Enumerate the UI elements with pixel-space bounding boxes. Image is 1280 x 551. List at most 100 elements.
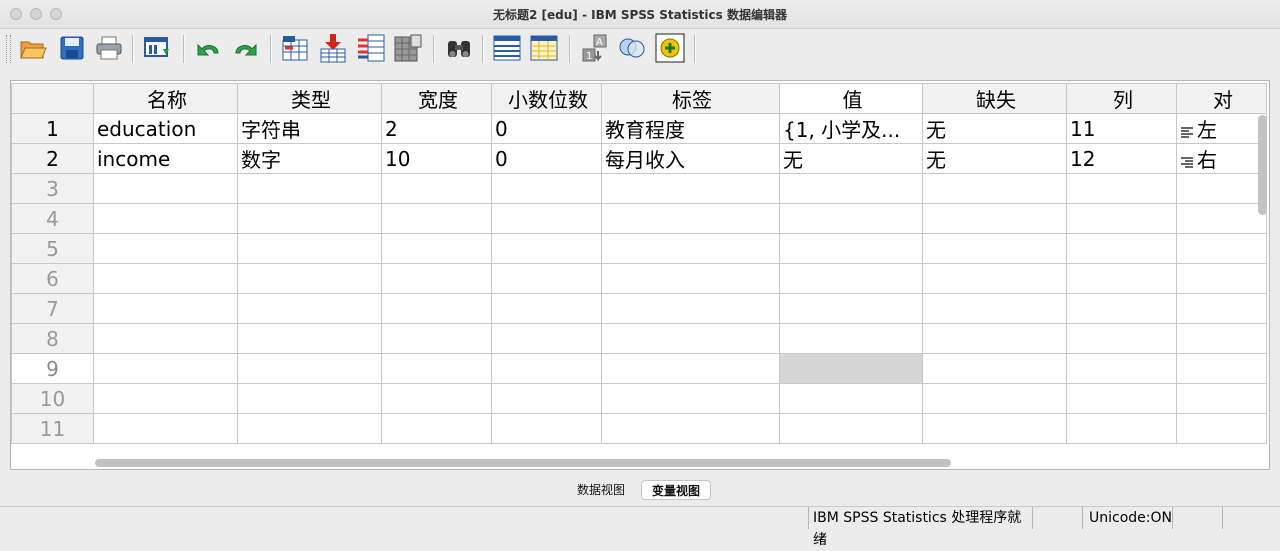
cell-width[interactable]: 10 — [381, 143, 492, 174]
cell-values[interactable] — [779, 263, 923, 294]
cell-decimals[interactable]: 0 — [491, 113, 602, 144]
cell-name[interactable] — [93, 353, 238, 384]
print-icon[interactable] — [94, 33, 124, 63]
cell-columns[interactable] — [1066, 413, 1177, 444]
column-header-type[interactable]: 类型 — [237, 83, 382, 114]
cell-name[interactable] — [93, 173, 238, 204]
row-header[interactable]: 10 — [11, 383, 94, 414]
cell-name[interactable] — [93, 233, 238, 264]
cell-label[interactable] — [601, 263, 780, 294]
cell-name[interactable] — [93, 203, 238, 234]
tab-variable-view[interactable]: 变量视图 — [641, 480, 712, 500]
cell-decimals[interactable] — [491, 383, 602, 414]
cell-align[interactable] — [1176, 383, 1267, 414]
table-row[interactable]: 6 — [11, 263, 1267, 294]
cell-align[interactable] — [1176, 173, 1267, 204]
cell-label[interactable]: 每月收入 — [601, 143, 780, 174]
cell-width[interactable] — [381, 263, 492, 294]
cell-align[interactable] — [1176, 293, 1267, 324]
row-header[interactable]: 1 — [11, 113, 94, 144]
cell-columns[interactable] — [1066, 383, 1177, 414]
cell-values[interactable]: {1, 小学及... — [779, 113, 923, 144]
cell-decimals[interactable] — [491, 203, 602, 234]
cell-label[interactable] — [601, 413, 780, 444]
cell-missing[interactable] — [922, 353, 1067, 384]
cell-decimals[interactable] — [491, 293, 602, 324]
cell-values[interactable] — [779, 383, 923, 414]
cell-type[interactable] — [237, 323, 382, 354]
cell-name[interactable]: education — [93, 113, 238, 144]
cell-align[interactable] — [1176, 203, 1267, 234]
cell-label[interactable] — [601, 323, 780, 354]
row-header[interactable]: 5 — [11, 233, 94, 264]
cell-values[interactable] — [779, 233, 923, 264]
table-row[interactable]: 11 — [11, 413, 1267, 444]
cell-decimals[interactable] — [491, 173, 602, 204]
table-row[interactable]: 9 — [11, 353, 1267, 384]
undo-icon[interactable] — [193, 33, 223, 63]
cell-align[interactable] — [1176, 263, 1267, 294]
table-row[interactable]: 10 — [11, 383, 1267, 414]
column-header-decimals[interactable]: 小数位数 — [491, 83, 602, 114]
table-row[interactable]: 7 — [11, 293, 1267, 324]
open-icon[interactable] — [18, 33, 48, 63]
cell-type[interactable] — [237, 203, 382, 234]
cell-missing[interactable]: 无 — [922, 143, 1067, 174]
find-icon[interactable] — [444, 33, 474, 63]
column-header-columns[interactable]: 列 — [1066, 83, 1177, 114]
cell-decimals[interactable] — [491, 233, 602, 264]
cell-align[interactable] — [1176, 323, 1267, 354]
cell-label[interactable] — [601, 173, 780, 204]
horizontal-scrollbar[interactable] — [95, 459, 951, 467]
insert-variable-icon[interactable] — [492, 33, 522, 63]
row-header[interactable]: 4 — [11, 203, 94, 234]
vertical-scrollbar[interactable] — [1258, 115, 1267, 215]
toolbar-grip[interactable] — [6, 35, 11, 63]
cell-missing[interactable] — [922, 173, 1067, 204]
column-header-name[interactable]: 名称 — [93, 83, 238, 114]
cell-type[interactable] — [237, 383, 382, 414]
row-header[interactable]: 3 — [11, 173, 94, 204]
cell-align[interactable] — [1176, 353, 1267, 384]
cell-columns[interactable] — [1066, 293, 1177, 324]
cell-align[interactable]: 左 — [1176, 113, 1267, 144]
cell-decimals[interactable]: 0 — [491, 143, 602, 174]
table-row[interactable]: 3 — [11, 173, 1267, 204]
cell-missing[interactable]: 无 — [922, 113, 1067, 144]
weight-cases-icon[interactable]: A1 — [580, 33, 610, 63]
row-header[interactable]: 6 — [11, 263, 94, 294]
cell-columns[interactable] — [1066, 233, 1177, 264]
cell-name[interactable] — [93, 263, 238, 294]
tab-data-view[interactable]: 数据视图 — [567, 480, 635, 500]
cell-columns[interactable] — [1066, 173, 1177, 204]
cell-width[interactable] — [381, 293, 492, 324]
cell-columns[interactable] — [1066, 203, 1177, 234]
cell-columns[interactable]: 11 — [1066, 113, 1177, 144]
column-header-values[interactable]: 值 — [779, 83, 923, 114]
cell-type[interactable] — [237, 173, 382, 204]
cell-width[interactable] — [381, 413, 492, 444]
cell-columns[interactable] — [1066, 263, 1177, 294]
cell-width[interactable] — [381, 233, 492, 264]
column-header-missing[interactable]: 缺失 — [922, 83, 1067, 114]
cell-columns[interactable]: 12 — [1066, 143, 1177, 174]
cell-width[interactable]: 2 — [381, 113, 492, 144]
cell-label[interactable] — [601, 203, 780, 234]
goto-case-icon[interactable] — [280, 33, 310, 63]
cell-type[interactable] — [237, 293, 382, 324]
cell-decimals[interactable] — [491, 323, 602, 354]
cell-name[interactable] — [93, 293, 238, 324]
cell-align[interactable] — [1176, 233, 1267, 264]
cell-values[interactable] — [779, 203, 923, 234]
column-header-width[interactable]: 宽度 — [381, 83, 492, 114]
row-header[interactable]: 8 — [11, 323, 94, 354]
cell-label[interactable] — [601, 293, 780, 324]
cell-columns[interactable] — [1066, 353, 1177, 384]
cell-values[interactable] — [779, 323, 923, 354]
table-row[interactable]: 8 — [11, 323, 1267, 354]
save-icon[interactable] — [57, 33, 87, 63]
cell-type[interactable] — [237, 233, 382, 264]
cell-width[interactable] — [381, 383, 492, 414]
cell-missing[interactable] — [922, 233, 1067, 264]
cell-decimals[interactable] — [491, 263, 602, 294]
